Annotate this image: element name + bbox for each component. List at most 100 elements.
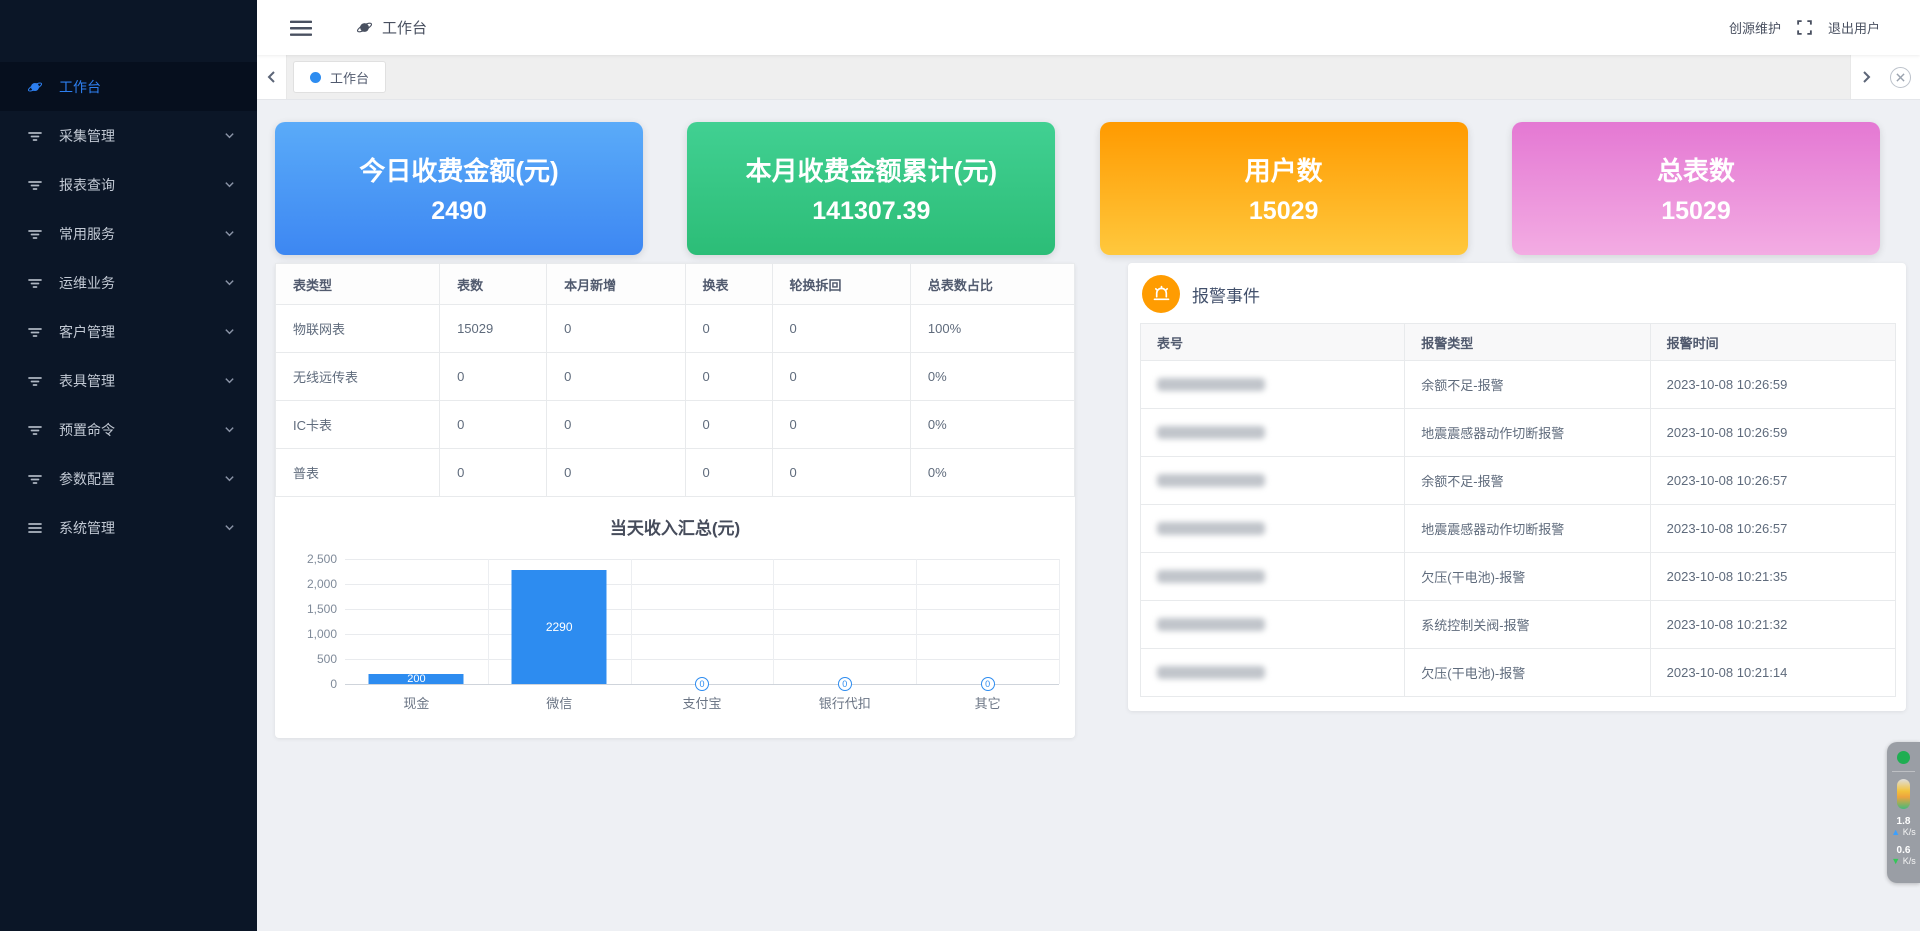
sidebar-item-label: 常用服务 xyxy=(59,224,115,244)
alarm-table-row: 欠压(干电池)-报警2023-10-08 10:21:35 xyxy=(1141,553,1896,601)
network-monitor-widget[interactable]: 1.8 ▲ K/s 0.6 ▼ K/s xyxy=(1887,742,1920,883)
y-axis-tick: 1,500 xyxy=(281,602,337,616)
x-axis-label: 微信 xyxy=(488,693,631,712)
table-cell: 物联网表 xyxy=(276,305,440,353)
table-cell: 0% xyxy=(910,353,1074,401)
tabs-scroll-area: 工作台 xyxy=(287,55,1850,99)
page-title: 工作台 xyxy=(382,17,427,38)
chevron-down-icon xyxy=(224,228,235,239)
sidebar-item-label: 报表查询 xyxy=(59,175,115,195)
meter-number-cell xyxy=(1141,601,1405,649)
meter-table-header: 表类型 xyxy=(276,264,440,305)
sidebar-item-0[interactable]: 工作台 xyxy=(0,62,257,111)
blurred-meter-number xyxy=(1157,666,1265,679)
alarm-type-cell: 系统控制关阀-报警 xyxy=(1405,601,1650,649)
table-row: 物联网表15029000100% xyxy=(276,305,1075,353)
sidebar-item-3[interactable]: 常用服务 xyxy=(0,209,257,258)
table-cell: 0 xyxy=(772,449,910,497)
tabs-scroll-left-icon[interactable] xyxy=(257,55,287,99)
meter-number-cell xyxy=(1141,361,1405,409)
panels-row: 表类型表数本月新增换表轮换拆回总表数占比 物联网表15029000100%无线远… xyxy=(275,263,1906,738)
meter-number-cell xyxy=(1141,505,1405,553)
header-actions: 创源维护 退出用户 xyxy=(1729,18,1880,37)
sidebar-item-9[interactable]: 系统管理 xyxy=(0,503,257,552)
filter-icon xyxy=(27,324,43,340)
alarm-table-header: 报警时间 xyxy=(1650,324,1895,361)
chart-title: 当天收入汇总(元) xyxy=(275,514,1075,539)
filter-icon xyxy=(27,177,43,193)
sidebar-item-2[interactable]: 报表查询 xyxy=(0,160,257,209)
stat-card-title: 今日收费金额(元) xyxy=(359,151,558,188)
sidebar-item-label: 工作台 xyxy=(59,77,101,97)
blurred-meter-number xyxy=(1157,474,1265,487)
close-all-tabs-icon[interactable] xyxy=(1890,67,1911,88)
blurred-meter-number xyxy=(1157,378,1265,391)
sidebar-item-6[interactable]: 表具管理 xyxy=(0,356,257,405)
x-axis-label: 银行代扣 xyxy=(773,693,916,712)
alarm-time-cell: 2023-10-08 10:21:32 xyxy=(1650,601,1895,649)
blurred-meter-number xyxy=(1157,426,1265,439)
dashboard-content: 今日收费金额(元) 2490 本月收费金额累计(元) 141307.39 用户数… xyxy=(257,100,1920,931)
chart-x-labels: 现金微信支付宝银行代扣其它 xyxy=(345,693,1059,738)
sidebar-item-8[interactable]: 参数配置 xyxy=(0,454,257,503)
tab-strip: 工作台 xyxy=(257,55,1920,100)
table-cell: 0 xyxy=(547,305,685,353)
filter-icon xyxy=(27,471,43,487)
menu-icon xyxy=(27,520,43,536)
alarm-table-row: 系统控制关阀-报警2023-10-08 10:21:32 xyxy=(1141,601,1896,649)
y-axis-tick: 500 xyxy=(281,652,337,666)
table-cell: 无线远传表 xyxy=(276,353,440,401)
chart-vertical-gridline xyxy=(1059,559,1060,684)
stat-card-title: 总表数 xyxy=(1657,151,1735,188)
tabs-close-area xyxy=(1880,55,1920,99)
alarm-type-cell: 地震震感器动作切断报警 xyxy=(1405,505,1650,553)
upload-speed-value: 1.8 xyxy=(1891,816,1915,827)
stat-card-today-fee: 今日收费金额(元) 2490 xyxy=(275,122,643,255)
sidebar-item-4[interactable]: 运维业务 xyxy=(0,258,257,307)
filter-icon xyxy=(27,226,43,242)
stat-card-value: 15029 xyxy=(1249,197,1319,226)
sidebar-item-5[interactable]: 客户管理 xyxy=(0,307,257,356)
maintainer-link[interactable]: 创源维护 xyxy=(1729,18,1781,37)
fullscreen-icon[interactable] xyxy=(1796,19,1813,36)
hamburger-menu-icon[interactable] xyxy=(290,20,312,36)
tab-workbench[interactable]: 工作台 xyxy=(293,61,386,93)
income-bar-chart: 05001,0001,5002,0002,5002002290000 现金微信支… xyxy=(345,559,1059,738)
alarm-panel-header: 报警事件 xyxy=(1140,273,1896,323)
alarm-time-cell: 2023-10-08 10:26:57 xyxy=(1650,505,1895,553)
y-axis-tick: 2,500 xyxy=(281,552,337,566)
table-cell: 15029 xyxy=(440,305,547,353)
x-axis-label: 支付宝 xyxy=(631,693,774,712)
x-axis-label: 现金 xyxy=(345,693,488,712)
logout-button[interactable]: 退出用户 xyxy=(1828,18,1880,37)
stat-card-title: 用户数 xyxy=(1245,151,1323,188)
zero-value-marker: 0 xyxy=(981,677,995,691)
blurred-meter-number xyxy=(1157,570,1265,583)
meter-table-header: 表数 xyxy=(440,264,547,305)
alarm-type-cell: 余额不足-报警 xyxy=(1405,361,1650,409)
sidebar-item-label: 运维业务 xyxy=(59,273,115,293)
chevron-down-icon xyxy=(224,326,235,337)
table-row: IC卡表00000% xyxy=(276,401,1075,449)
y-axis-tick: 0 xyxy=(281,677,337,691)
stat-cards-row: 今日收费金额(元) 2490 本月收费金额累计(元) 141307.39 用户数… xyxy=(275,122,1880,255)
tabs-scroll-right-icon[interactable] xyxy=(1850,55,1880,99)
alarm-table-row: 余额不足-报警2023-10-08 10:26:57 xyxy=(1141,457,1896,505)
stat-card-title: 本月收费金额累计(元) xyxy=(746,151,997,188)
download-speed-unit: K/s xyxy=(1903,856,1916,866)
blurred-meter-number xyxy=(1157,618,1265,631)
table-cell: 0 xyxy=(440,449,547,497)
filter-icon xyxy=(27,422,43,438)
table-cell: 普表 xyxy=(276,449,440,497)
active-tab-dot xyxy=(310,72,321,83)
sidebar-item-1[interactable]: 采集管理 xyxy=(0,111,257,160)
chart-bar-slot: 0 xyxy=(631,559,774,684)
sidebar-item-label: 参数配置 xyxy=(59,469,115,489)
sidebar-item-7[interactable]: 预置命令 xyxy=(0,405,257,454)
sidebar-item-label: 采集管理 xyxy=(59,126,115,146)
alarm-table-header: 表号 xyxy=(1141,324,1405,361)
table-cell: 100% xyxy=(910,305,1074,353)
filter-icon xyxy=(27,275,43,291)
meter-table-header: 换表 xyxy=(685,264,772,305)
meter-number-cell xyxy=(1141,553,1405,601)
